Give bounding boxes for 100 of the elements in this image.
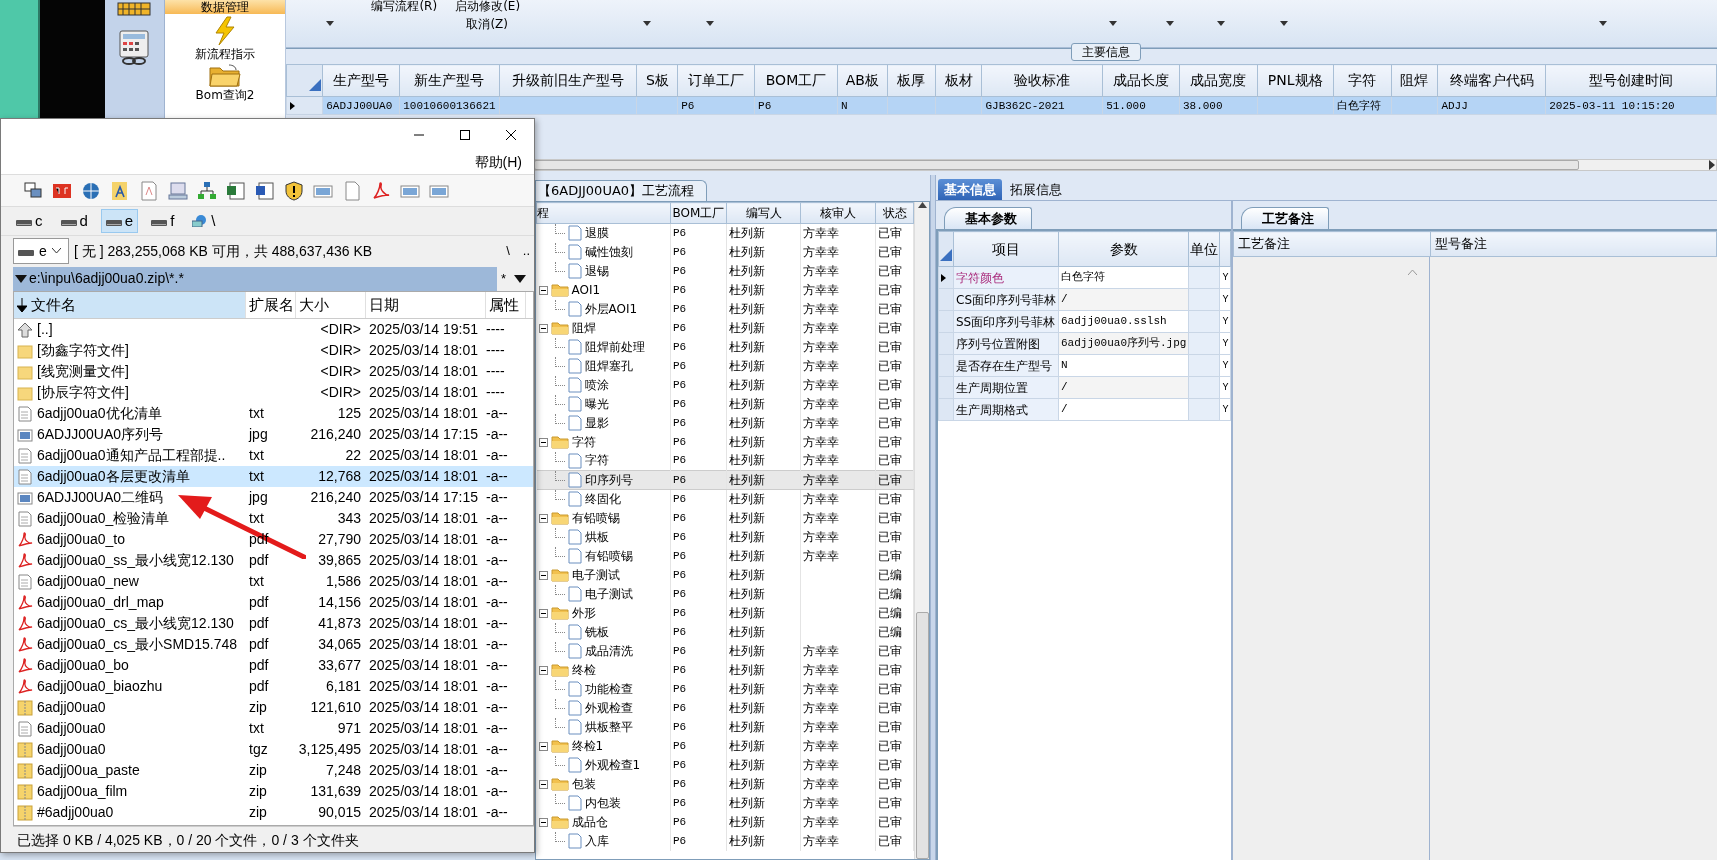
tree-row[interactable]: 退锡 P6 杜列新 方幸幸 已审 — [536, 261, 914, 281]
column-header[interactable]: 单位 — [1188, 231, 1220, 267]
tree-item-label[interactable]: 退锡 — [584, 262, 609, 280]
scrollbar[interactable] — [533, 159, 1717, 171]
tree-row[interactable]: 入库 P6 杜列新 方幸幸 已审 — [536, 831, 914, 851]
column-header[interactable]: 成品长度 — [1102, 64, 1180, 97]
column-header[interactable]: 编写人 — [726, 202, 801, 224]
tree-item-label[interactable]: 阻焊 — [571, 319, 596, 337]
file-row[interactable]: 6adjj00ua0 tgz 3,125,495 2025/03/14 18:01 -a-- — [14, 739, 533, 760]
tree-item-label[interactable]: 外形 — [571, 604, 596, 622]
column-header[interactable]: 扩展名 — [246, 292, 296, 318]
column-header[interactable]: 状态 — [875, 202, 914, 224]
tree-item-label[interactable]: 阻焊前处理 — [584, 338, 645, 356]
tree-row[interactable]: 终检1 P6 杜列新 方幸幸 已审 — [536, 736, 914, 756]
column-header[interactable]: 阻焊 — [1391, 64, 1438, 97]
tree-item-label[interactable]: 终固化 — [584, 490, 621, 508]
tree-row[interactable]: 电子测试 P6 杜列新 已编 — [536, 565, 914, 585]
file-row[interactable]: [劲鑫字符文件] <DIR> 2025/03/14 18:01 ---- — [14, 340, 533, 361]
column-header[interactable]: AB板 — [837, 64, 888, 97]
tree-item-label[interactable]: 阻焊塞孔 — [584, 357, 633, 375]
tree-item-label[interactable]: 曝光 — [584, 395, 609, 413]
column-header[interactable]: 订单工厂 — [677, 64, 755, 97]
file-row[interactable]: 6adjj00ua_film zip 131,639 2025/03/14 18:01 -a-- — [14, 781, 533, 802]
file-row[interactable]: 6adjj00ua0_检验清单 txt 343 2025/03/14 18:01 -a-- — [14, 508, 533, 529]
file-row[interactable]: 6adjj00ua0_cs_最小SMD15.748 pdf 34,065 2025/03/14 18:01 -a-- — [14, 634, 533, 655]
column-header[interactable]: 参数 — [1058, 231, 1189, 267]
column-header[interactable]: BOM工厂 — [670, 202, 727, 224]
tree-row[interactable]: 显影 P6 杜列新 方幸幸 已审 — [536, 413, 914, 433]
tree-item-label[interactable]: 终检1 — [571, 737, 604, 755]
tree-row[interactable]: 曝光 P6 杜列新 方幸幸 已审 — [536, 394, 914, 414]
tree-item-label[interactable]: 电子测试 — [584, 585, 633, 603]
file-row[interactable]: 6adjj00ua0_ss_最小线宽12.130 pdf 39,865 2025/03/14 18:01 -a-- — [14, 550, 533, 571]
tree-item-label[interactable]: 终检 — [571, 661, 596, 679]
file-row[interactable]: 6adjj00ua0优化清单 txt 125 2025/03/14 18:01 -a-- — [14, 403, 533, 424]
tree-item-label[interactable]: 喷涂 — [584, 376, 609, 394]
file-row[interactable]: [线宽测量文件] <DIR> 2025/03/14 18:01 ---- — [14, 361, 533, 382]
tree-item-label[interactable]: AOI1 — [571, 281, 601, 299]
command-label[interactable]: 启动修改(E) — [455, 0, 521, 14]
panel-tab[interactable]: 基本参数 — [944, 207, 1032, 229]
tree-item-label[interactable]: 入库 — [584, 832, 609, 850]
tree-row[interactable]: 外观检查 P6 杜列新 方幸幸 已审 — [536, 698, 914, 718]
tree-row[interactable]: 功能检查 P6 杜列新 方幸幸 已审 — [536, 679, 914, 699]
tree-row[interactable]: 阻焊前处理 P6 杜列新 方幸幸 已审 — [536, 337, 914, 357]
column-header[interactable]: 核审人 — [800, 202, 876, 224]
collapse-icon[interactable] — [538, 741, 548, 751]
tree-item-label[interactable]: 成品仓 — [571, 813, 608, 831]
tree-item-label[interactable]: 烘板 — [584, 528, 609, 546]
file-row[interactable]: 6adjj00ua0_biaozhu pdf 6,181 2025/03/14 18:01 -a-- — [14, 676, 533, 697]
tree-item-label[interactable]: 有铅喷锡 — [571, 509, 620, 527]
collapse-icon[interactable] — [538, 437, 548, 447]
root-button[interactable]: \ — [502, 241, 514, 261]
caret-icon[interactable] — [326, 21, 335, 26]
tree-item-label[interactable]: 碱性蚀刻 — [584, 243, 633, 261]
tree-row[interactable]: 有铅喷锡 P6 杜列新 方幸幸 已审 — [536, 546, 914, 566]
collapse-icon[interactable] — [538, 779, 548, 789]
tree-row[interactable]: 字符 P6 杜列新 方幸幸 已审 — [536, 432, 914, 452]
tree-item-label[interactable]: 包装 — [571, 775, 596, 793]
file-row[interactable]: 6ADJJ00UA0序列号 jpg 216,240 2025/03/14 17:15 -a-- — [14, 424, 533, 445]
tree-row[interactable]: 电子测试 P6 杜列新 已编 — [536, 584, 914, 604]
tree-row[interactable]: 印序列号 P6 杜列新 方幸幸 已审 — [536, 470, 914, 490]
tree-item-label[interactable]: 显影 — [584, 414, 609, 432]
caret-icon[interactable] — [1280, 21, 1289, 26]
tree-row[interactable]: 外观检查1 P6 杜列新 方幸幸 已审 — [536, 755, 914, 775]
tree-row[interactable]: 阻焊塞孔 P6 杜列新 方幸幸 已审 — [536, 356, 914, 376]
scrollbar-thumb[interactable] — [534, 160, 1580, 170]
tree-row[interactable]: 喷涂 P6 杜列新 方幸幸 已审 — [536, 375, 914, 395]
collapse-icon[interactable] — [538, 817, 548, 827]
panel-tab[interactable]: 工艺备注 — [1241, 207, 1330, 229]
column-header[interactable]: 大小 — [296, 292, 366, 318]
query-button[interactable]: Bom查询2 — [195, 63, 255, 102]
column-header[interactable]: 型号创建时间 — [1545, 64, 1717, 97]
column-header[interactable]: 升级前旧生产型号 — [499, 64, 637, 97]
column-header[interactable]: 板厚 — [887, 64, 936, 97]
file-row[interactable]: 6adjj00ua0各层更改清单 txt 12,768 2025/03/14 18:01 -a-- — [14, 466, 533, 487]
tab[interactable]: 基本信息 — [938, 179, 1002, 200]
file-row[interactable]: 6adjj00ua0 zip 121,610 2025/03/14 18:01 -a-- — [14, 697, 533, 718]
command-label[interactable]: 取消(Z) — [466, 17, 509, 31]
collapse-icon[interactable] — [538, 285, 548, 295]
tree-row[interactable]: 铣板 P6 杜列新 已编 — [536, 622, 914, 642]
tree-row[interactable]: 成品清洗 P6 杜列新 方幸幸 已审 — [536, 641, 914, 661]
column-header[interactable]: 日期 — [366, 292, 486, 318]
tree-item-label[interactable]: 外观检查1 — [584, 756, 641, 774]
caret-icon[interactable] — [1599, 21, 1608, 26]
file-row[interactable]: 6adjj00ua0_drl_map pdf 14,156 2025/03/14 18:01 -a-- — [14, 592, 533, 613]
column-header[interactable]: PNL规格 — [1257, 64, 1334, 97]
tree-item-label[interactable]: 铣板 — [584, 623, 609, 641]
collapse-icon[interactable] — [538, 665, 548, 675]
file-row[interactable]: 6adjj00ua0_bo pdf 33,677 2025/03/14 18:01 -a-- — [14, 655, 533, 676]
column-header[interactable]: 成品宽度 — [1179, 64, 1258, 97]
caret-icon[interactable] — [643, 21, 652, 26]
column-header[interactable]: 终端客户代码 — [1437, 64, 1546, 97]
network-icon[interactable] — [23, 180, 43, 201]
tree-item-label[interactable]: 字符 — [571, 433, 596, 451]
menu-item[interactable]: 帮助(H) — [470, 152, 526, 173]
computer-icon[interactable] — [168, 180, 188, 201]
tree-row[interactable]: 成品仓 P6 杜列新 方幸幸 已审 — [536, 812, 914, 832]
caret-icon[interactable] — [1217, 21, 1226, 26]
font-icon[interactable] — [110, 180, 130, 201]
tree-row[interactable]: AOI1 P6 杜列新 方幸幸 已审 — [536, 280, 914, 300]
column-header[interactable]: 型号备注 — [1430, 231, 1717, 257]
